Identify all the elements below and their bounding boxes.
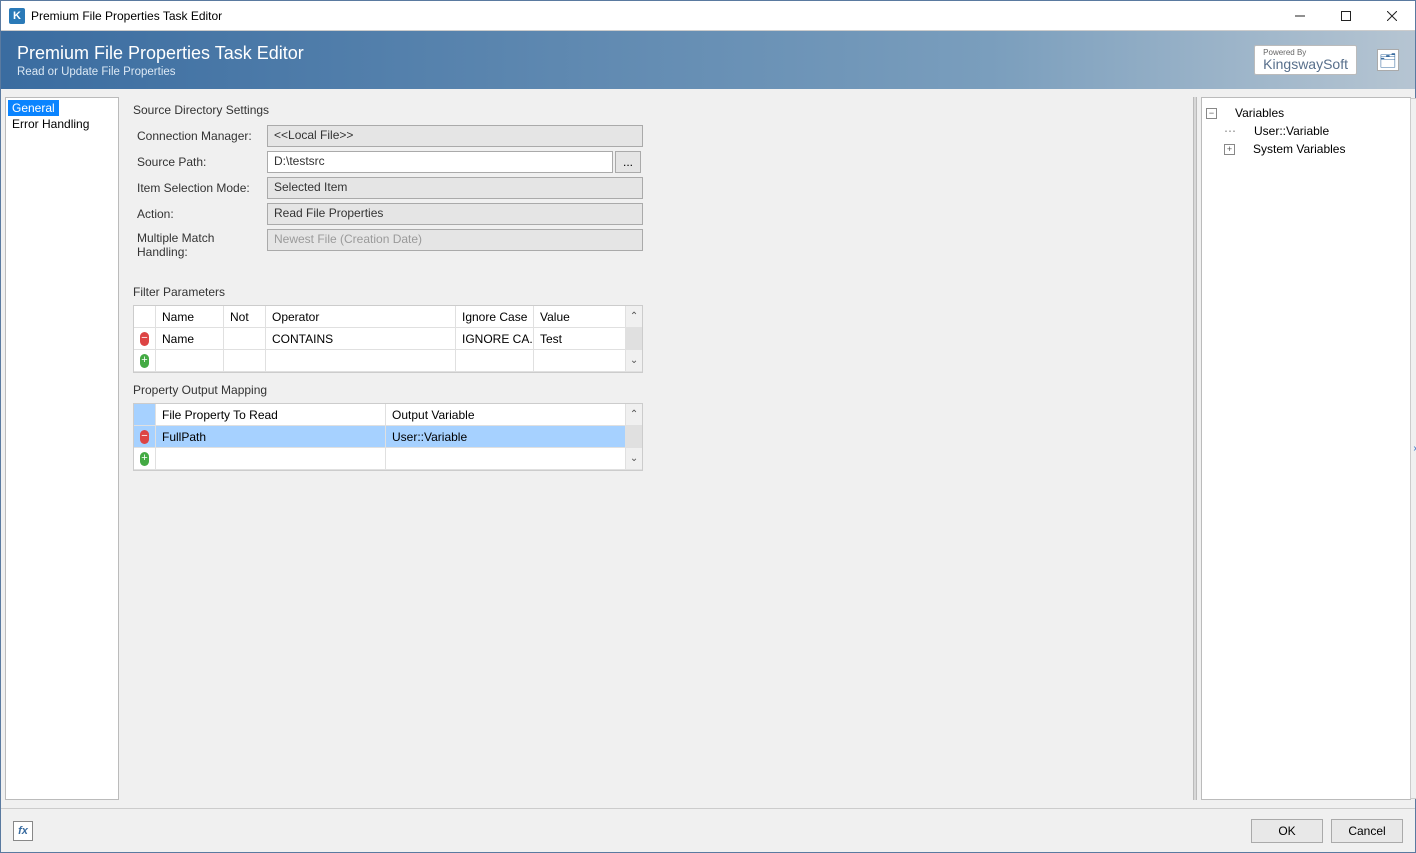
ok-button[interactable]: OK [1251, 819, 1323, 843]
close-button[interactable] [1369, 1, 1415, 31]
nav-item-general[interactable]: General [8, 100, 59, 116]
banner-subtitle: Read or Update File Properties [17, 66, 304, 78]
tree-label: System Variables [1253, 142, 1345, 156]
add-row-icon[interactable]: + [140, 452, 149, 466]
filter-title: Filter Parameters [133, 285, 1179, 299]
label-source-path: Source Path: [133, 149, 267, 175]
tree-label: Variables [1235, 106, 1284, 120]
label-connection: Connection Manager: [133, 123, 267, 149]
footer: fx OK Cancel [1, 808, 1415, 852]
tree-item-user-variable[interactable]: ⋯ User::Variable [1206, 122, 1406, 140]
mapping-new-row[interactable]: + ⌄ [134, 448, 642, 470]
add-row-icon[interactable]: + [140, 354, 149, 368]
header-banner: Premium File Properties Task Editor Read… [1, 31, 1415, 89]
body: General Error Handling Source Directory … [1, 89, 1415, 808]
expand-icon[interactable]: + [1224, 144, 1235, 155]
filter-col-operator[interactable]: Operator [266, 306, 456, 327]
tree-label: User::Variable [1254, 124, 1329, 138]
mapping-grid: File Property To Read Output Variable ⌃ … [133, 403, 643, 471]
remove-row-icon[interactable]: − [140, 430, 149, 444]
window-controls [1277, 1, 1415, 31]
toolbox-icon[interactable]: 🗂 [1377, 49, 1399, 71]
nav-item-error-handling[interactable]: Error Handling [8, 116, 116, 132]
main-content: Source Directory Settings Connection Man… [123, 97, 1189, 800]
banner-heading: Premium File Properties Task Editor [17, 43, 304, 64]
filter-col-not[interactable]: Not [224, 306, 266, 327]
mapping-title: Property Output Mapping [133, 383, 1179, 397]
mapping-col-prop[interactable]: File Property To Read [156, 404, 386, 425]
item-selection-mode-select[interactable]: Selected Item [267, 177, 643, 199]
scroll-up-icon[interactable]: ⌃ [626, 404, 642, 425]
mapping-cell-prop[interactable]: FullPath [156, 426, 386, 447]
filter-cell-value[interactable]: Test [534, 328, 626, 349]
filter-col-name[interactable]: Name [156, 306, 224, 327]
vertical-splitter[interactable] [1193, 97, 1197, 800]
filter-col-value[interactable]: Value [534, 306, 626, 327]
filter-cell-operator[interactable]: CONTAINS [266, 328, 456, 349]
mapping-header: File Property To Read Output Variable ⌃ [134, 404, 642, 426]
app-icon: K [9, 8, 25, 24]
connection-manager-select[interactable]: <<Local File>> [267, 125, 643, 147]
remove-row-icon[interactable]: − [140, 332, 149, 346]
browse-button[interactable]: ... [615, 151, 641, 173]
filter-header: Name Not Operator Ignore Case Value ⌃ [134, 306, 642, 328]
variables-tree: − Variables ⋯ User::Variable + System Va… [1202, 98, 1410, 164]
source-settings-title: Source Directory Settings [133, 103, 1179, 117]
scroll-up-icon[interactable]: ⌃ [626, 306, 642, 327]
minimize-button[interactable] [1277, 1, 1323, 31]
editor-window: K Premium File Properties Task Editor Pr… [0, 0, 1416, 853]
filter-cell-name[interactable]: Name [156, 328, 224, 349]
scroll-down-icon[interactable]: ⌄ [626, 350, 642, 371]
filter-new-row[interactable]: + ⌄ [134, 350, 642, 372]
tree-item-system-variables[interactable]: + System Variables [1206, 140, 1406, 158]
action-select[interactable]: Read File Properties [267, 203, 643, 225]
mapping-cell-ovar[interactable]: User::Variable [386, 426, 626, 447]
label-item-mode: Item Selection Mode: [133, 175, 267, 201]
label-action: Action: [133, 201, 267, 227]
mapping-col-ovar[interactable]: Output Variable [386, 404, 626, 425]
label-match: Multiple Match Handling: [133, 227, 267, 263]
filter-grid: Name Not Operator Ignore Case Value ⌃ − … [133, 305, 643, 373]
filter-cell-ignore[interactable]: IGNORE CA... [456, 328, 534, 349]
filter-col-ignore[interactable]: Ignore Case [456, 306, 534, 327]
tree-root-variables[interactable]: − Variables [1206, 104, 1406, 122]
scroll-down-icon[interactable]: ⌄ [626, 448, 642, 469]
mapping-row[interactable]: − FullPath User::Variable [134, 426, 642, 448]
vendor-logo: Powered By KingswaySoft [1254, 45, 1357, 75]
maximize-button[interactable] [1323, 1, 1369, 31]
expression-button[interactable]: fx [13, 821, 33, 841]
panel-expand-handle[interactable]: › [1410, 98, 1416, 799]
titlebar: K Premium File Properties Task Editor [1, 1, 1415, 31]
window-title: Premium File Properties Task Editor [31, 9, 1277, 23]
variables-panel: − Variables ⋯ User::Variable + System Va… [1201, 97, 1411, 800]
left-nav: General Error Handling [5, 97, 119, 800]
filter-cell-not[interactable] [224, 328, 266, 349]
cancel-button[interactable]: Cancel [1331, 819, 1403, 843]
filter-row[interactable]: − Name CONTAINS IGNORE CA... Test [134, 328, 642, 350]
collapse-icon[interactable]: − [1206, 108, 1217, 119]
source-path-input[interactable]: D:\testsrc [267, 151, 613, 173]
multiple-match-select: Newest File (Creation Date) [267, 229, 643, 251]
